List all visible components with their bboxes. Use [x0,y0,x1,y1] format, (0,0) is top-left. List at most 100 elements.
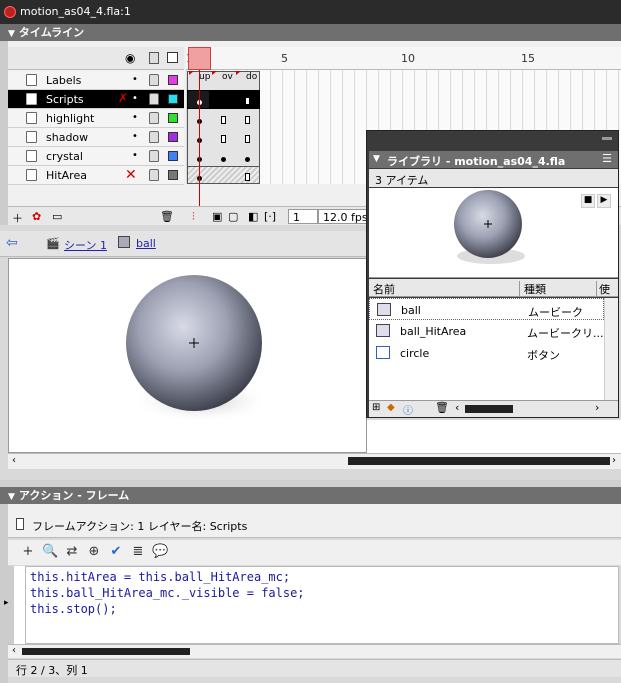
script-editor[interactable]: this.hitArea = this.ball_HitArea_mc; thi… [25,566,619,644]
playhead[interactable] [188,47,211,70]
library-hscroll-thumb[interactable] [465,405,513,413]
column-name[interactable]: 名前 [373,281,395,297]
script-hscrollbar[interactable]: ‹ [8,644,621,658]
blank-keyframe[interactable] [221,116,226,124]
code-line[interactable]: this.stop(); [30,601,614,617]
scene-link[interactable]: シーン 1 [64,237,107,253]
stage-scrollbar[interactable]: ‹ › [8,453,621,469]
panel-divider[interactable] [0,480,621,487]
auto-format-icon[interactable]: ≣ [130,544,146,560]
visibility-dot[interactable]: • [132,74,138,85]
trash-icon[interactable]: 🗑 [160,210,174,223]
lock-icon[interactable] [149,150,159,162]
visibility-dot[interactable]: • [132,93,138,104]
lock-icon[interactable] [149,131,159,143]
edit-multiple-frames-icon[interactable]: ◧ [248,210,262,223]
lock-icon[interactable] [149,169,159,181]
library-item[interactable]: ball_HitArea ムービークリ... [369,320,604,342]
lock-icon[interactable] [149,52,159,64]
column-use[interactable]: 使 [596,281,610,297]
lock-icon[interactable] [149,93,159,105]
scroll-right-icon[interactable]: › [595,401,599,414]
layer-color-swatch[interactable] [168,132,178,142]
check-syntax-icon[interactable]: ✔ [108,544,124,560]
stage-area[interactable] [367,420,621,453]
onion-skin-outline-icon[interactable]: ▢ [228,210,242,223]
visibility-dot[interactable]: • [132,131,138,142]
scroll-left-icon[interactable]: ‹ [12,455,16,466]
scroll-thumb[interactable] [348,457,610,465]
modify-onion-markers-icon[interactable]: [·] [264,210,278,223]
layer-row-hitarea[interactable]: HitArea ✕ [8,166,184,185]
code-line[interactable]: this.hitArea = this.ball_HitArea_mc; [30,569,614,585]
play-icon[interactable]: ▶ [597,194,611,208]
layer-row-scripts[interactable]: Scripts ✗ • [8,90,184,109]
onion-skin-icon[interactable]: ▣ [212,210,226,223]
scroll-left-icon[interactable]: ‹ [12,645,16,656]
blank-keyframe[interactable] [245,116,250,124]
ball-graphic[interactable] [9,259,368,454]
column-kind[interactable]: 種類 [519,281,546,297]
scroll-left-icon[interactable]: ‹ [455,401,459,414]
layer-color-swatch[interactable] [168,75,178,85]
stage[interactable] [8,258,367,453]
layer-color-swatch[interactable] [168,151,178,161]
eye-icon[interactable]: ◉ [125,51,137,65]
add-motion-guide-icon[interactable]: ✿ [32,210,46,223]
layer-color-swatch[interactable] [168,94,178,104]
layer-color-swatch[interactable] [168,170,178,180]
fps-field[interactable]: 12.0 fps [318,209,373,224]
actions-panel-header[interactable]: ▼ アクション - フレーム [0,487,621,504]
add-folder-icon[interactable]: ▭ [52,210,66,223]
library-vscrollbar[interactable] [604,298,618,400]
symbol-link[interactable]: ball [136,237,156,250]
collapse-arrow-icon[interactable]: ▼ [373,154,380,164]
lock-icon[interactable] [149,112,159,124]
collapse-arrow-icon[interactable]: ▼ [8,492,15,502]
new-symbol-icon[interactable]: ◆ [387,402,395,413]
trash-icon[interactable]: 🗑 [435,401,449,414]
collapse-arrow-icon[interactable]: ▼ [8,29,15,39]
properties-icon[interactable]: ⓘ [403,402,413,417]
lock-icon[interactable] [149,74,159,86]
center-frame-icon[interactable]: ⫶ [192,210,206,223]
timeline-grip[interactable] [0,41,8,225]
new-folder-icon[interactable]: ⊞ [372,402,380,413]
back-arrow-icon[interactable]: ⇦ [6,235,18,251]
keyframe[interactable] [221,157,226,162]
visibility-dot[interactable]: • [132,112,138,123]
library-item[interactable]: ball ムービークリ... [369,298,604,335]
expand-arrow-icon[interactable]: ▸ [4,598,9,608]
library-item[interactable]: circle ボタン [369,342,604,364]
frame-ruler[interactable]: 1 5 10 15 [186,47,621,70]
current-frame-field[interactable]: 1 [288,209,318,224]
replace-icon[interactable]: ⇄ [64,544,80,560]
panel-gripper-icon[interactable] [602,137,612,140]
library-title-bar[interactable]: ▼ ライブラリ - motion_as04_4.fla ☰ [369,151,618,168]
stop-icon[interactable]: ■ [581,194,595,208]
layer-color-swatch[interactable] [168,113,178,123]
keyframe[interactable] [245,157,250,162]
blank-keyframe[interactable] [245,135,250,143]
add-layer-icon[interactable]: ＋ [12,210,26,225]
timeline-panel-header[interactable]: ▼ タイムライン [0,24,621,41]
actions-side-toggle[interactable]: ▸ [2,566,14,644]
layer-row-shadow[interactable]: shadow • [8,128,184,147]
layer-row-labels[interactable]: Labels • [8,71,184,90]
layer-row-crystal[interactable]: crystal • [8,147,184,166]
add-item-icon[interactable]: + [20,544,36,560]
hidden-layer-x-icon[interactable]: ✕ [125,167,137,183]
outline-icon[interactable] [167,52,178,63]
blank-keyframe[interactable] [221,135,226,143]
find-icon[interactable]: 🔍 [42,544,58,560]
layer-row-highlight[interactable]: highlight • [8,109,184,128]
scroll-thumb[interactable] [22,648,190,655]
blank-keyframe[interactable] [245,173,250,181]
code-hint-icon[interactable]: 💬 [152,544,168,560]
target-path-icon[interactable]: ⊕ [86,544,102,560]
blank-keyframe[interactable] [245,97,250,105]
code-line[interactable]: this.ball_HitArea_mc._visible = false; [30,585,614,601]
library-menu-icon[interactable]: ☰ [602,152,612,165]
visibility-dot[interactable]: • [132,150,138,161]
scroll-right-icon[interactable]: › [612,455,616,466]
